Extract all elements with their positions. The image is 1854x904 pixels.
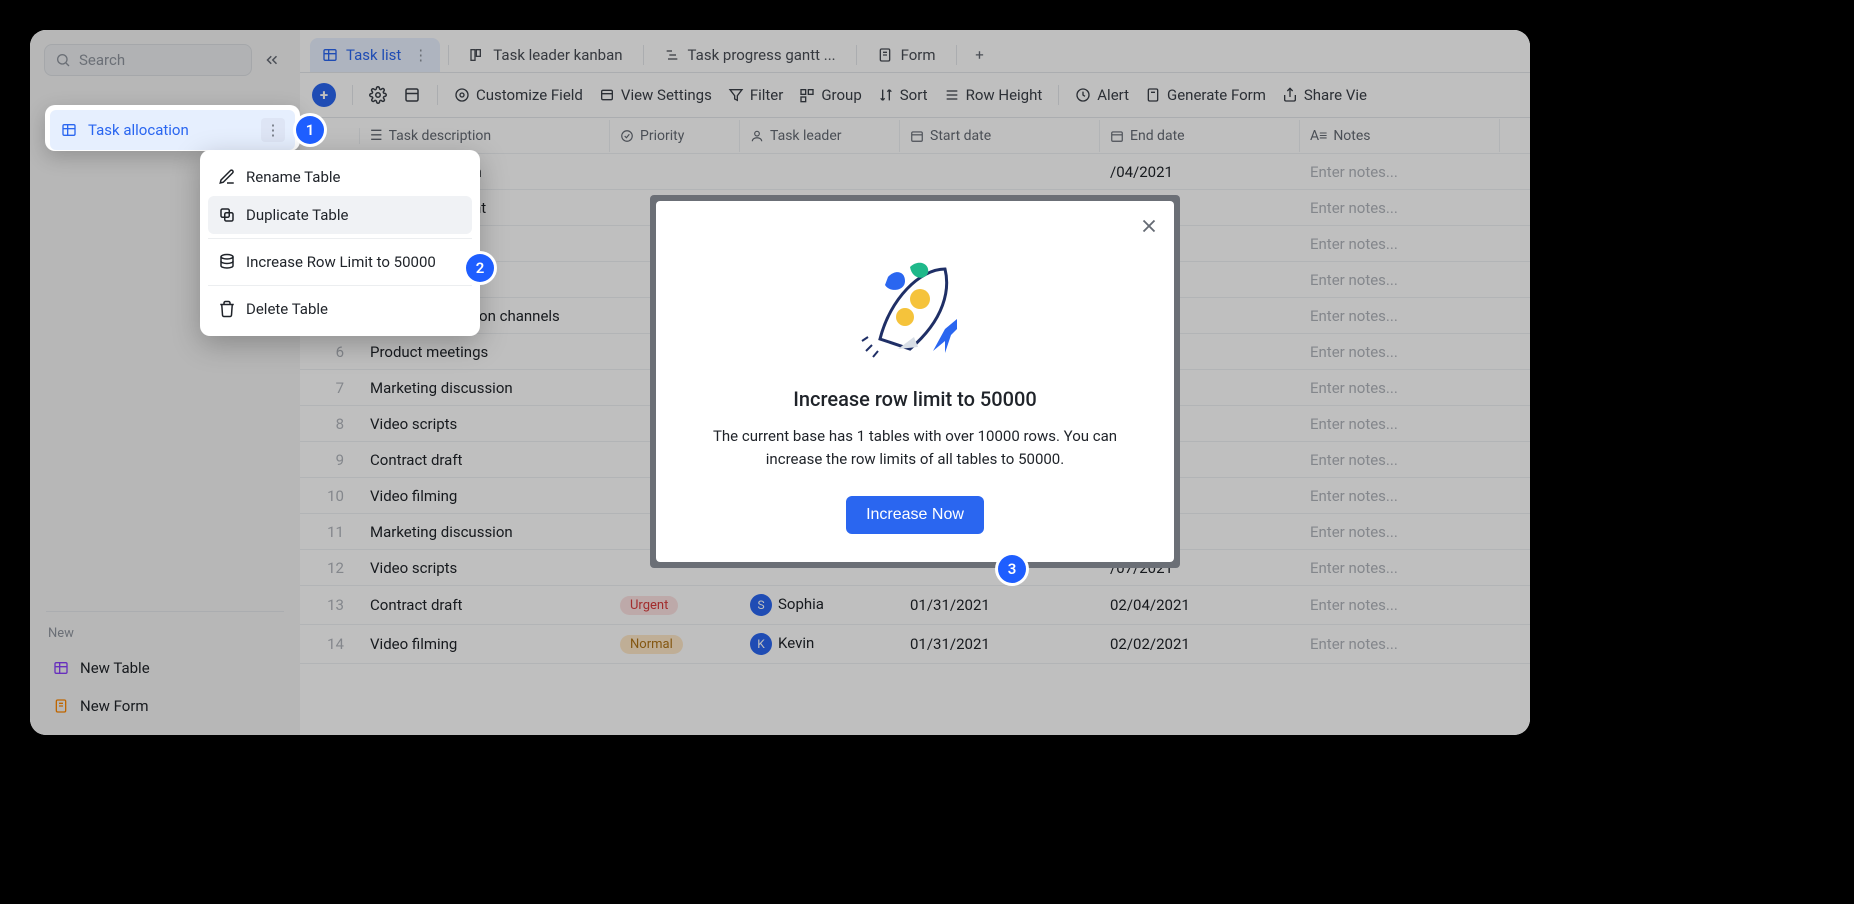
- table-row[interactable]: 14Video filmingNormalKKevin01/31/202102/…: [300, 625, 1530, 664]
- rocket-illustration: [680, 219, 1150, 387]
- tab-task-progress-gantt[interactable]: Task progress gantt ...: [652, 38, 848, 72]
- more-icon[interactable]: ⋮: [261, 118, 285, 142]
- text-icon: ☰: [370, 128, 383, 144]
- table-row[interactable]: prototype design/04/2021Enter notes...: [300, 154, 1530, 190]
- more-icon[interactable]: ⋮: [413, 46, 428, 64]
- text-icon: A≡: [1310, 127, 1327, 144]
- table-context-menu: Rename Table Duplicate Table Increase Ro…: [200, 150, 480, 336]
- add-row-button[interactable]: +: [312, 83, 336, 107]
- grid-icon: [322, 47, 338, 63]
- database-icon: [218, 253, 236, 271]
- table-row[interactable]: 13Contract draftUrgentSSophia01/31/20210…: [300, 586, 1530, 625]
- tab-task-list[interactable]: Task list ⋮: [310, 38, 440, 72]
- share-view-button[interactable]: Share Vie: [1282, 86, 1367, 104]
- table-header: ☰Task description Priority Task leader S…: [300, 118, 1530, 154]
- form-icon: [52, 698, 70, 714]
- calendar-icon: [1110, 129, 1124, 143]
- ctx-duplicate-table[interactable]: Duplicate Table: [208, 196, 472, 234]
- calendar-icon: [910, 129, 924, 143]
- table-icon: [52, 660, 70, 676]
- view-tabs: Task list ⋮ Task leader kanban Task prog…: [300, 30, 1530, 73]
- increase-now-button[interactable]: Increase Now: [846, 496, 984, 534]
- modal-frame: Increase row limit to 50000 The current …: [650, 195, 1180, 568]
- gantt-icon: [664, 47, 680, 63]
- search-input[interactable]: Search: [44, 44, 252, 76]
- collapse-sidebar-button[interactable]: [258, 46, 286, 74]
- person-icon: [750, 129, 764, 143]
- ctx-increase-row-limit[interactable]: Increase Row Limit to 50000: [208, 243, 472, 281]
- alert-button[interactable]: Alert: [1075, 86, 1129, 104]
- search-placeholder: Search: [79, 51, 125, 69]
- edit-icon: [218, 168, 236, 186]
- copy-icon: [218, 206, 236, 224]
- group-button[interactable]: Group: [799, 86, 861, 104]
- step-badge-2: 2: [466, 254, 494, 282]
- ctx-rename-table[interactable]: Rename Table: [208, 158, 472, 196]
- step-badge-3: 3: [998, 555, 1026, 583]
- trash-icon: [218, 300, 236, 318]
- sidebar-item-task-allocation[interactable]: Task allocation ⋮: [50, 110, 295, 150]
- sidebar-new-label: New: [38, 622, 292, 649]
- kanban-icon: [469, 47, 485, 63]
- tab-form[interactable]: Form: [865, 38, 948, 72]
- tab-task-leader-kanban[interactable]: Task leader kanban: [457, 38, 634, 72]
- table-settings-icon[interactable]: [403, 86, 421, 104]
- view-settings-button[interactable]: View Settings: [599, 86, 712, 104]
- close-icon[interactable]: [1138, 215, 1160, 243]
- step-badge-1: 1: [296, 116, 324, 144]
- modal-body: The current base has 1 tables with over …: [680, 425, 1150, 472]
- generate-form-button[interactable]: Generate Form: [1145, 86, 1266, 104]
- search-icon: [55, 52, 71, 68]
- filter-button[interactable]: Filter: [728, 86, 784, 104]
- gear-icon[interactable]: [369, 86, 387, 104]
- sort-button[interactable]: Sort: [878, 86, 928, 104]
- sidebar-new-form[interactable]: New Form: [42, 689, 288, 723]
- circle-check-icon: [620, 129, 634, 143]
- table-icon: [60, 122, 78, 138]
- customize-field-button[interactable]: Customize Field: [454, 86, 583, 104]
- sidebar-item-label: Task allocation: [88, 121, 189, 139]
- row-height-button[interactable]: Row Height: [944, 86, 1043, 104]
- add-view-button[interactable]: +: [965, 40, 995, 70]
- increase-row-limit-modal: Increase row limit to 50000 The current …: [656, 201, 1174, 562]
- form-icon: [877, 47, 893, 63]
- modal-title: Increase row limit to 50000: [680, 387, 1150, 411]
- toolbar: + Customize Field View Settings Filter G…: [300, 73, 1530, 118]
- sidebar-active-highlight: Task allocation ⋮: [45, 105, 300, 151]
- sidebar-new-table[interactable]: New Table: [42, 651, 288, 685]
- ctx-delete-table[interactable]: Delete Table: [208, 290, 472, 328]
